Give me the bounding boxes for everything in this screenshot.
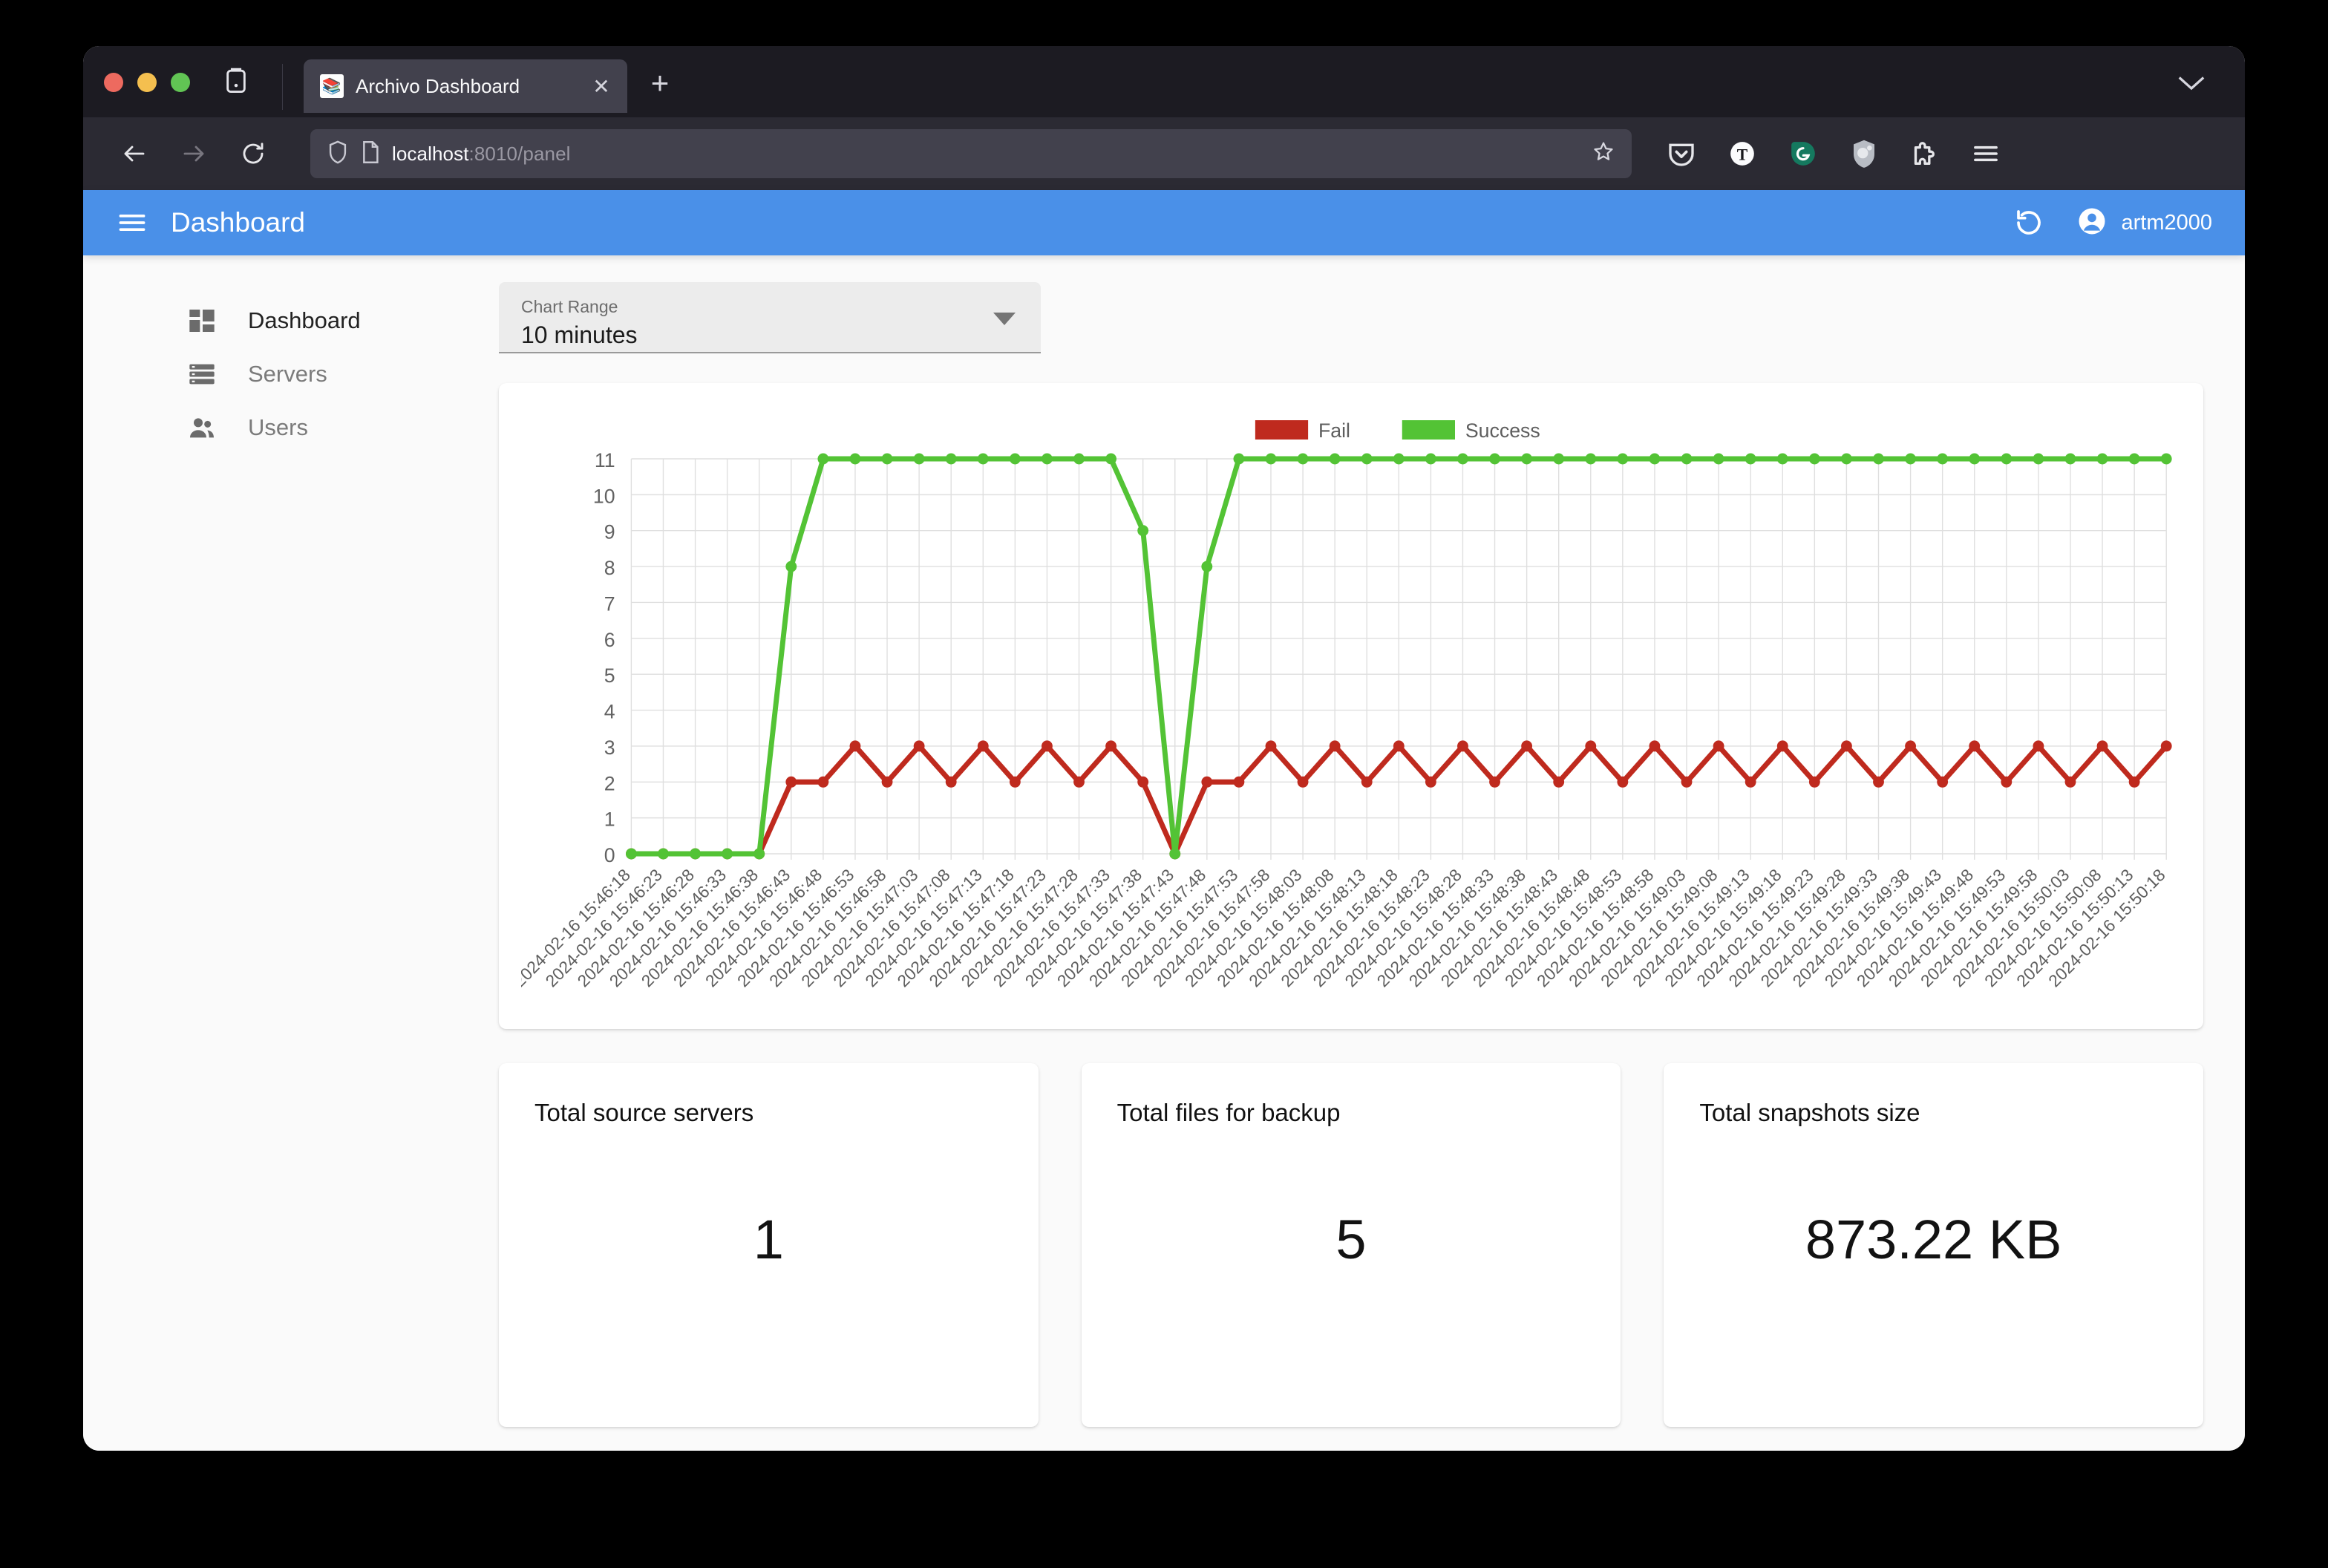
document-stack-favicon: 📚: [320, 74, 344, 98]
stat-card-total-files-for-backup: Total files for backup 5: [1082, 1063, 1621, 1427]
stat-card-value: 873.22 KB: [1664, 1208, 2203, 1271]
stat-card-title: Total source servers: [534, 1099, 1003, 1127]
refresh-icon[interactable]: [2008, 202, 2050, 244]
people-icon: [186, 411, 218, 444]
star-icon[interactable]: [1592, 140, 1615, 169]
svg-text:7: 7: [604, 592, 615, 615]
web-app-viewport: Dashboard artm2000 Dashboard: [83, 190, 2245, 1451]
svg-text:Fail: Fail: [1318, 419, 1350, 442]
hamburger-menu-icon[interactable]: [1969, 137, 2003, 171]
url-host: localhost: [392, 143, 469, 165]
stat-card-total-snapshots-size: Total snapshots size 873.22 KB: [1664, 1063, 2203, 1427]
chart-range-select[interactable]: Chart Range 10 minutes: [499, 282, 1041, 353]
puzzle-extensions-icon[interactable]: [1908, 137, 1942, 171]
stat-card-title: Total snapshots size: [1699, 1099, 2168, 1127]
shield-icon[interactable]: [327, 140, 349, 169]
dashboard-grid-icon: [186, 304, 218, 337]
browser-tab[interactable]: 📚 Archivo Dashboard ✕: [304, 59, 627, 113]
sidebar-item-label: Users: [248, 414, 308, 441]
minimize-window-button[interactable]: [137, 73, 157, 92]
url-text[interactable]: localhost:8010/panel: [392, 143, 1580, 166]
svg-text:0: 0: [604, 844, 615, 866]
chart-range-value: 10 minutes: [521, 321, 1018, 349]
pocket-icon[interactable]: [1664, 137, 1698, 171]
backup-status-chart-card: 012345678910112024-02-16 15:46:182024-02…: [499, 383, 2203, 1029]
reload-icon[interactable]: [227, 128, 279, 180]
svg-text:9: 9: [604, 521, 615, 543]
sidebar-item-label: Dashboard: [248, 307, 361, 334]
server-rack-icon: [186, 358, 218, 391]
stat-card-row: Total source servers 1 Total files for b…: [499, 1063, 2203, 1427]
sidebar-item-dashboard[interactable]: Dashboard: [83, 294, 499, 347]
url-path: :8010/panel: [469, 143, 571, 165]
grammarly-icon[interactable]: [1786, 137, 1820, 171]
browser-window: 📚 Archivo Dashboard ✕ + localhost:801: [83, 46, 2245, 1451]
svg-text:10: 10: [593, 485, 615, 507]
username-label: artm2000: [2121, 211, 2212, 235]
svg-text:4: 4: [604, 700, 615, 722]
svg-text:3: 3: [604, 736, 615, 759]
stat-card-total-source-servers: Total source servers 1: [499, 1063, 1039, 1427]
close-icon[interactable]: ✕: [589, 74, 614, 99]
close-window-button[interactable]: [104, 73, 123, 92]
page-icon[interactable]: [361, 140, 380, 168]
sidebar-item-label: Servers: [248, 361, 327, 388]
stat-card-title: Total files for backup: [1117, 1099, 1586, 1127]
account-circle-icon: [2076, 206, 2108, 241]
backup-status-line-chart: 012345678910112024-02-16 15:46:182024-02…: [521, 401, 2181, 1017]
sidebar-item-users[interactable]: Users: [83, 401, 499, 454]
chart-range-label: Chart Range: [521, 297, 1018, 317]
page-title: Dashboard: [171, 207, 305, 238]
svg-text:5: 5: [604, 664, 615, 687]
account-menu[interactable]: artm2000: [2076, 206, 2212, 241]
stat-card-value: 1: [499, 1208, 1039, 1271]
svg-text:1: 1: [604, 808, 615, 831]
svg-text:T: T: [1737, 146, 1748, 163]
back-arrow-icon[interactable]: [108, 128, 160, 180]
forward-arrow-icon[interactable]: [168, 128, 220, 180]
maximize-window-button[interactable]: [171, 73, 190, 92]
svg-text:11: 11: [595, 449, 615, 471]
sidebar-item-servers[interactable]: Servers: [83, 347, 499, 401]
svg-text:Success: Success: [1465, 419, 1540, 442]
app-content: Dashboard Servers Users: [83, 255, 2245, 1451]
plus-icon[interactable]: +: [641, 64, 679, 102]
translate-t-icon[interactable]: T: [1725, 137, 1759, 171]
browser-nav-bar: localhost:8010/panel T: [83, 117, 2245, 190]
chevron-down-icon[interactable]: [2177, 73, 2206, 98]
svg-text:6: 6: [604, 629, 615, 651]
chevron-down-icon[interactable]: [993, 313, 1016, 325]
sidebar-nav: Dashboard Servers Users: [83, 255, 499, 1451]
main-panel: Chart Range 10 minutes 01234567891011202…: [499, 255, 2245, 1451]
svg-text:8: 8: [604, 557, 615, 579]
hamburger-menu-icon[interactable]: [110, 200, 154, 245]
list-view-icon[interactable]: [215, 59, 257, 101]
address-bar[interactable]: localhost:8010/panel: [310, 129, 1632, 178]
browser-extension-icons: T: [1657, 137, 2003, 171]
window-traffic-lights: [83, 73, 190, 117]
privacy-shield-icon[interactable]: [1847, 137, 1881, 171]
stat-card-value: 5: [1082, 1208, 1621, 1271]
tabstrip-divider: [282, 64, 283, 110]
tab-title: Archivo Dashboard: [356, 75, 577, 98]
app-header-bar: Dashboard artm2000: [83, 190, 2245, 255]
browser-tab-strip: 📚 Archivo Dashboard ✕ +: [83, 46, 2245, 117]
svg-text:2: 2: [604, 772, 615, 794]
